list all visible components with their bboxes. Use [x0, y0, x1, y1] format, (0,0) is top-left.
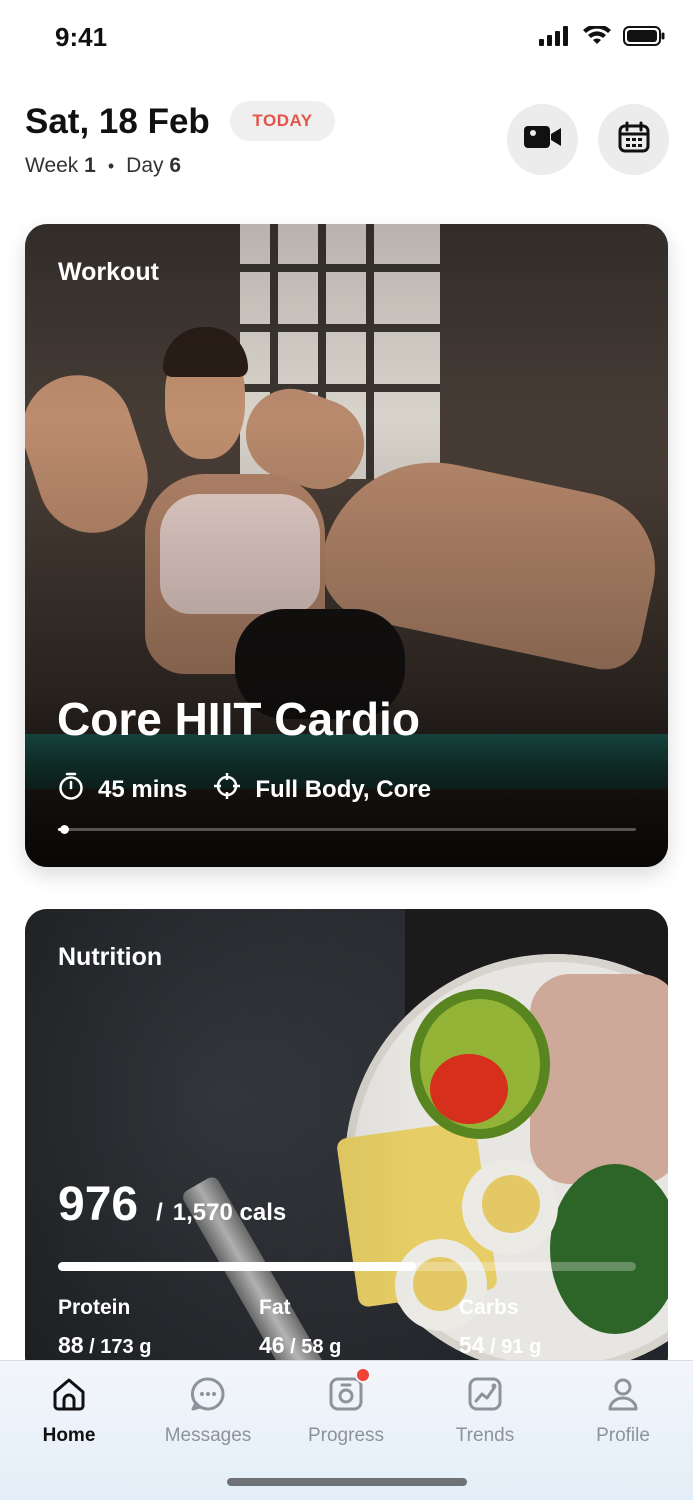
tab-label: Profile	[596, 1425, 650, 1446]
calorie-progress-bar	[58, 1262, 636, 1271]
workout-progress-knob	[59, 825, 69, 834]
tab-trends[interactable]: Trends	[425, 1375, 545, 1447]
messages-icon	[189, 1375, 227, 1413]
workout-duration: 45 mins	[58, 772, 187, 807]
macro-goal: / 58 g	[290, 1336, 342, 1358]
workout-meta: 45 mins Full Body, Core	[58, 772, 457, 807]
macro-carbs: Carbs 54 / 91 g	[459, 1296, 541, 1359]
workout-focus-text: Full Body, Core	[255, 775, 431, 803]
day-label: Day	[126, 154, 164, 177]
workout-section-label: Workout	[58, 258, 159, 286]
video-camera-icon	[523, 124, 562, 155]
target-icon	[213, 772, 241, 807]
wifi-icon	[583, 24, 611, 51]
nutrition-card[interactable]: Nutrition 976 / 1,570 cals Protein 88 / …	[25, 909, 668, 1379]
macro-value: 54	[459, 1332, 485, 1358]
today-badge[interactable]: TODAY	[230, 101, 335, 141]
tab-progress[interactable]: Progress	[286, 1367, 406, 1447]
nutrition-section-label: Nutrition	[58, 943, 163, 971]
week-value: 1	[84, 154, 96, 177]
macro-value: 88	[58, 1332, 84, 1358]
tab-home[interactable]: Home	[9, 1375, 129, 1447]
macro-fat: Fat 46 / 58 g	[259, 1296, 341, 1359]
workout-title: Core HIIT Cardio	[57, 693, 420, 745]
workout-progress-bar	[58, 825, 636, 834]
macro-label: Protein	[58, 1296, 131, 1319]
macro-goal: / 173 g	[89, 1336, 152, 1358]
cellular-signal-icon	[539, 26, 571, 51]
status-icons	[539, 24, 665, 51]
home-icon	[50, 1375, 88, 1413]
week-label: Week	[25, 154, 79, 177]
stopwatch-icon	[58, 772, 84, 807]
calories-eaten: 976	[58, 1178, 139, 1231]
macro-value: 46	[259, 1332, 285, 1358]
calories-goal: 1,570 cals	[172, 1199, 287, 1226]
day-header: Sat, 18 Feb TODAY Week 1 • Day 6	[25, 100, 670, 190]
calories-slash: /	[156, 1199, 163, 1226]
week-day-indicator: Week 1 • Day 6	[25, 154, 181, 178]
day-value: 6	[169, 154, 182, 177]
status-bar: 9:41	[0, 0, 693, 80]
macro-label: Fat	[259, 1296, 291, 1319]
home-indicator[interactable]	[227, 1478, 467, 1486]
tab-profile[interactable]: Profile	[563, 1375, 683, 1447]
workout-focus: Full Body, Core	[213, 772, 431, 807]
video-button[interactable]	[507, 104, 578, 175]
tab-label: Progress	[307, 1425, 385, 1446]
tab-label: Messages	[164, 1425, 252, 1446]
macro-protein: Protein 88 / 173 g	[58, 1296, 151, 1359]
separator-dot: •	[107, 155, 115, 176]
battery-icon	[623, 26, 665, 51]
workout-duration-text: 45 mins	[98, 775, 188, 803]
progress-icon	[327, 1367, 371, 1413]
notification-badge-dot	[355, 1367, 371, 1383]
tab-label: Home	[42, 1425, 96, 1446]
calorie-summary: 976 / 1,570 cals	[58, 1177, 286, 1232]
macro-goal: / 91 g	[490, 1336, 542, 1358]
tab-messages[interactable]: Messages	[148, 1375, 268, 1447]
status-time: 9:41	[55, 22, 108, 52]
date-title: Sat, 18 Feb	[25, 102, 210, 141]
workout-card[interactable]: Workout Core HIIT Cardio 45 mins Full Bo…	[25, 224, 668, 867]
profile-icon	[604, 1375, 642, 1413]
tab-label: Trends	[455, 1425, 515, 1446]
calendar-button[interactable]	[598, 104, 669, 175]
calendar-icon	[618, 121, 650, 158]
macro-label: Carbs	[459, 1296, 519, 1319]
trends-icon	[466, 1375, 504, 1413]
